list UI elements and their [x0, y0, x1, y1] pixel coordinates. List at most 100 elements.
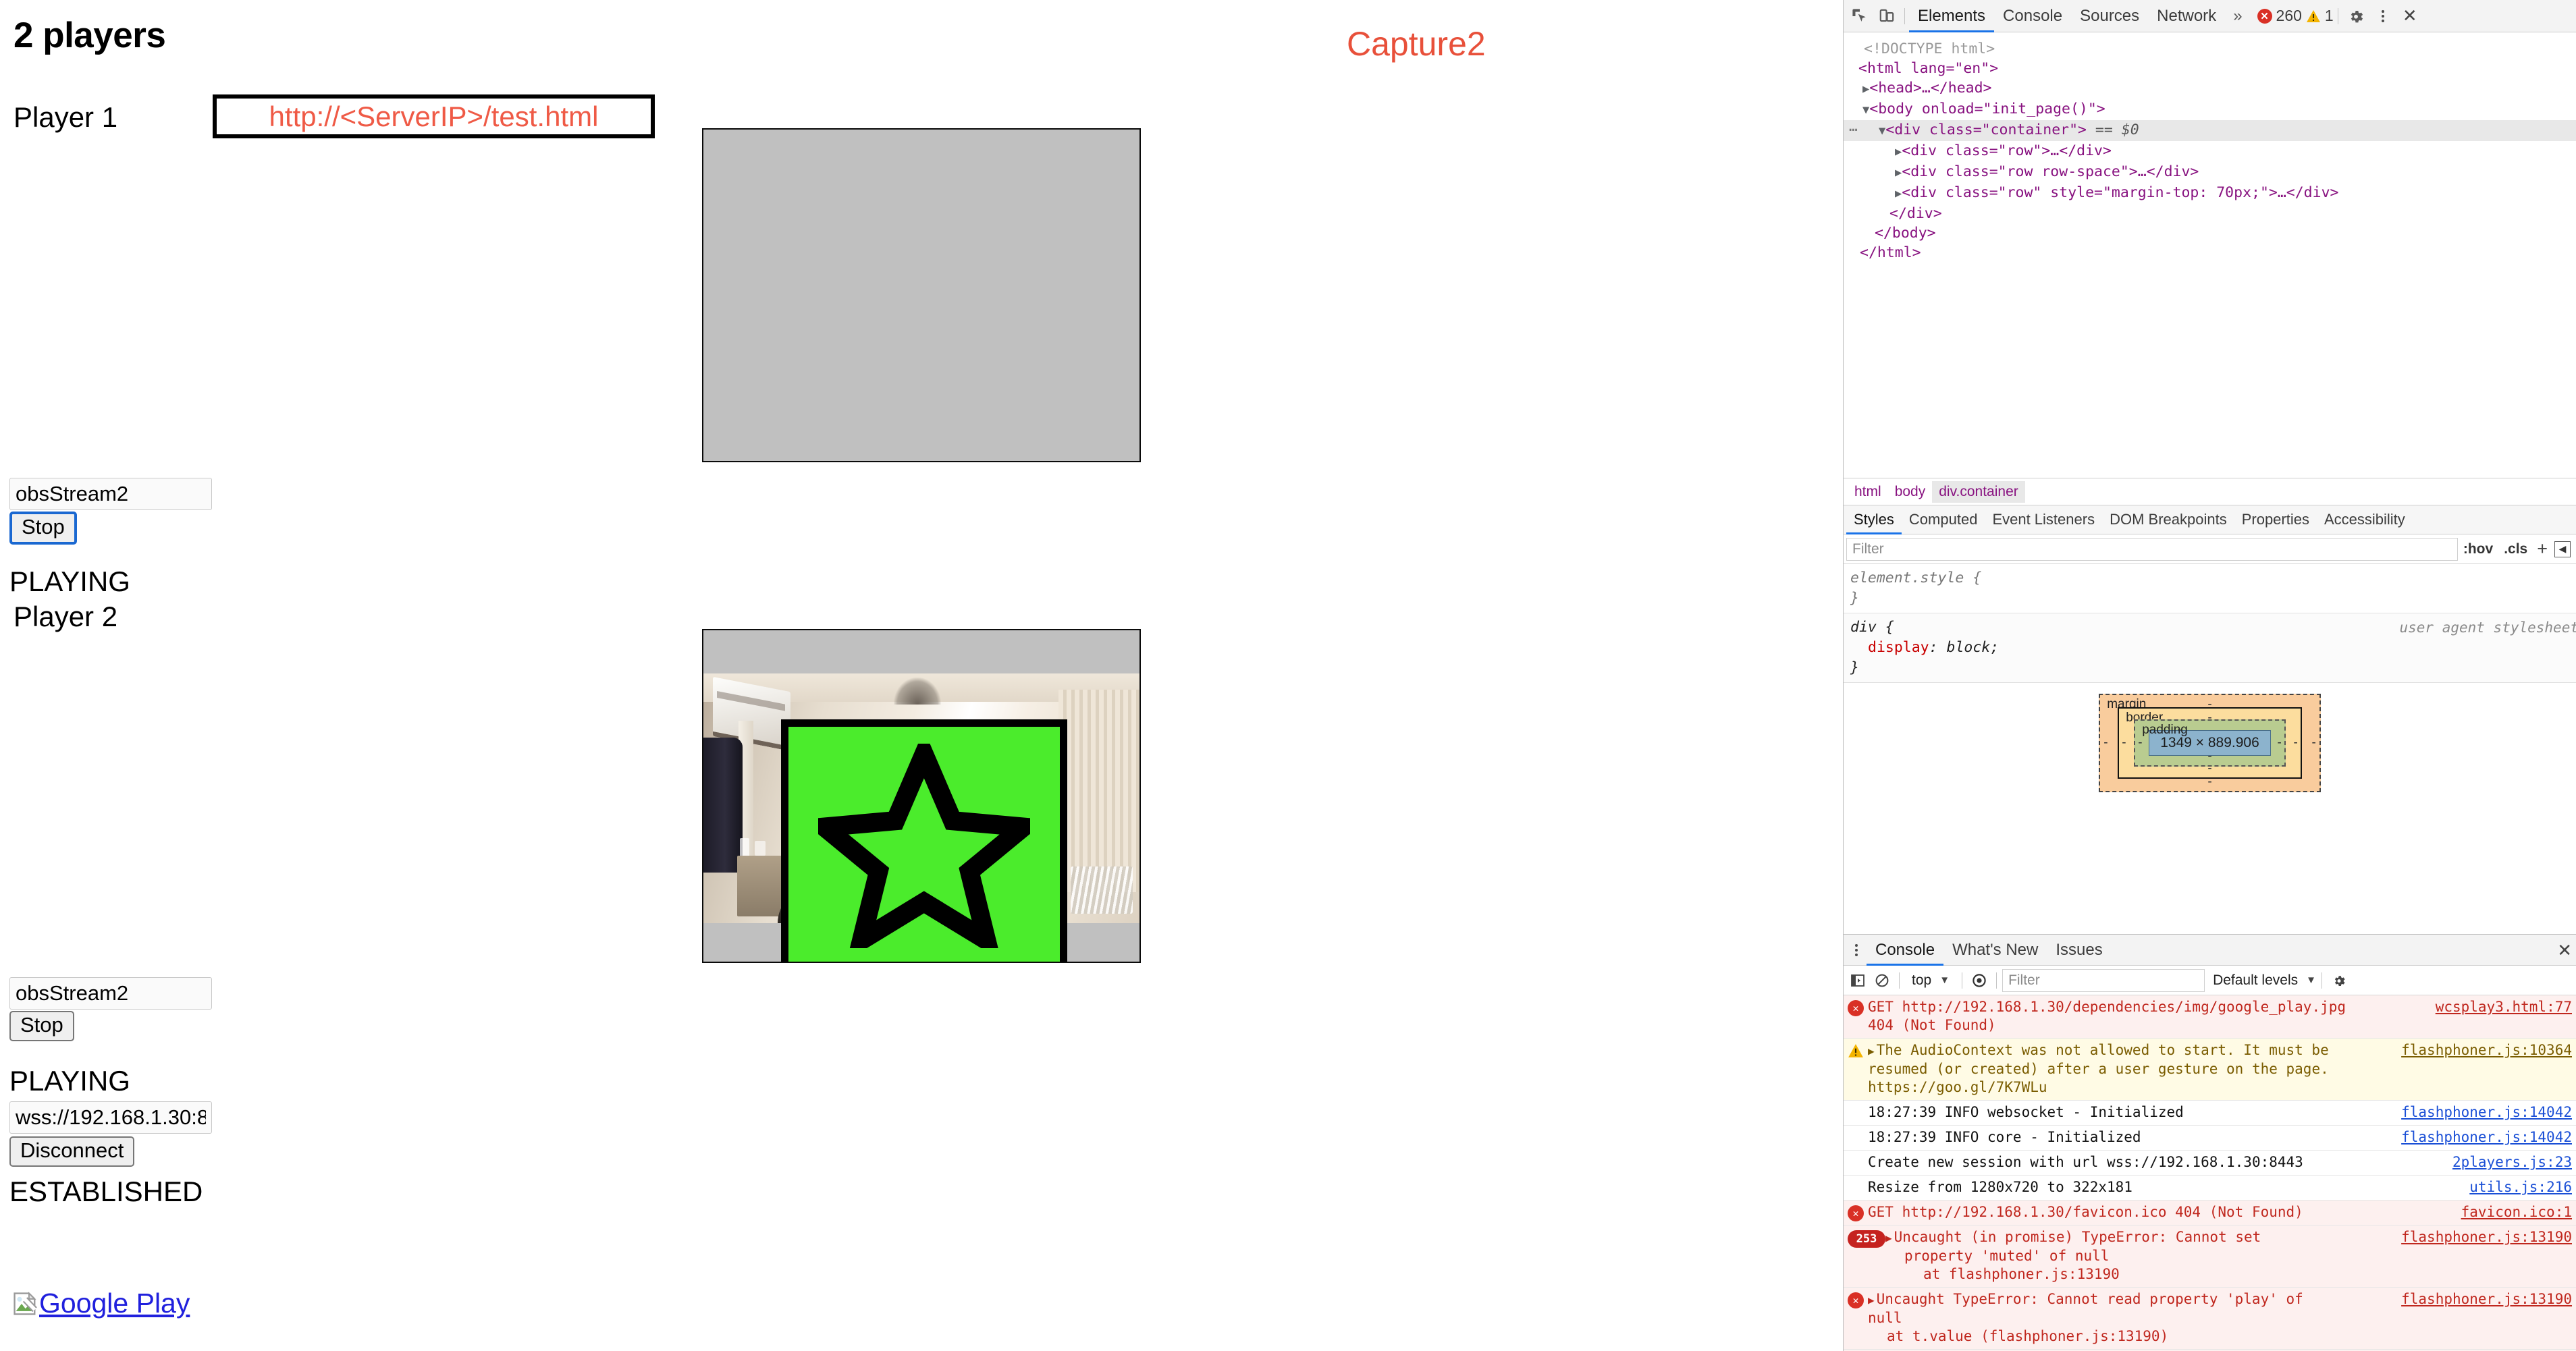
console-message[interactable]: Create new session with url wss://192.16…	[1844, 1151, 2576, 1176]
padding-bottom-value[interactable]: -	[2207, 749, 2211, 764]
expand-arrow-icon[interactable]: ▶	[1885, 1232, 1892, 1244]
subtab-computed[interactable]: Computed	[1902, 505, 1985, 534]
padding-left-value[interactable]: -	[2138, 736, 2142, 750]
rule-property-display[interactable]: display	[1868, 639, 1929, 656]
console-settings-gear-icon[interactable]	[2328, 969, 2351, 992]
console-message-source[interactable]: flashphoner.js:10364	[2398, 1041, 2572, 1059]
url-banner-inner: http://<ServerIP>/test.html	[217, 99, 651, 134]
console-line-stack[interactable]: at flashphoner.js:13190	[1923, 1266, 2120, 1282]
repeat-count-badge: 253	[1848, 1228, 1885, 1248]
console-message[interactable]: ✕ GET http://192.168.1.30/dependencies/i…	[1844, 995, 2576, 1039]
tab-sources[interactable]: Sources	[2071, 0, 2148, 32]
drawer-close-icon[interactable]: ✕	[2557, 941, 2572, 959]
padding-right-value[interactable]: -	[2277, 736, 2281, 750]
padding-top-value[interactable]: -	[2177, 723, 2181, 738]
dom-line-body-close[interactable]: </body>	[1844, 223, 2576, 243]
breadcrumb-body[interactable]: body	[1888, 481, 1933, 503]
tab-network[interactable]: Network	[2148, 0, 2225, 32]
box-model-border[interactable]: border - - - - padding - - - - 1349 × 88…	[2118, 707, 2302, 779]
dom-line-container-open[interactable]: ⋯ ▼<div class="container"> == $0	[1844, 120, 2576, 141]
styles-filter-input[interactable]	[1846, 537, 2458, 561]
console-message-source[interactable]: wcsplay3.html:77	[2433, 998, 2572, 1016]
console-message-source[interactable]: flashphoner.js:13190	[2398, 1290, 2572, 1308]
console-message-source[interactable]: 2players.js:23	[2450, 1153, 2572, 1171]
subtab-event-listeners[interactable]: Event Listeners	[1985, 505, 2102, 534]
console-message[interactable]: 18:27:39 INFO core - Initialized flashph…	[1844, 1126, 2576, 1151]
cls-toggle[interactable]: .cls	[2498, 541, 2533, 557]
expand-arrow-icon[interactable]: ▶	[1868, 1045, 1875, 1057]
server-url-input[interactable]	[9, 1101, 212, 1134]
console-message[interactable]: 18:27:39 INFO websocket - Initialized fl…	[1844, 1101, 2576, 1126]
console-message[interactable]: ✕ GET http://192.168.1.30/favicon.ico 40…	[1844, 1201, 2576, 1225]
console-sidebar-icon[interactable]	[1846, 969, 1869, 992]
inspect-element-icon[interactable]	[1846, 3, 1873, 30]
rule-element-style[interactable]: element.style { }	[1844, 564, 2576, 613]
stop-button-2[interactable]: Stop	[9, 1011, 74, 1041]
console-message[interactable]: 253 ▶ Uncaught (in promise) TypeError: Ca…	[1844, 1225, 2576, 1288]
dom-line-row-3[interactable]: ▶<div class="row" style="margin-top: 70p…	[1844, 183, 2576, 204]
expand-arrow-icon[interactable]: ▶	[1868, 1294, 1875, 1306]
console-message-text: ▶ Uncaught (in promise) TypeError: Cannot…	[1885, 1228, 2398, 1284]
drawer-menu-icon[interactable]	[1846, 943, 1867, 956]
subtab-dom-breakpoints[interactable]: DOM Breakpoints	[2102, 505, 2234, 534]
console-message-source[interactable]: utils.js:216	[2467, 1178, 2572, 1196]
console-message-source[interactable]: favicon.ico:1	[2459, 1203, 2572, 1221]
margin-right-value[interactable]: -	[2311, 736, 2315, 750]
dom-line-html-open[interactable]: <html lang="en">	[1844, 59, 2576, 78]
rule-div-ua[interactable]: user agent stylesheet div { display: blo…	[1844, 613, 2576, 683]
console-context-caret-icon[interactable]: ▼	[1939, 974, 1950, 986]
drawer-tab-whats-new[interactable]: What's New	[1943, 935, 2047, 966]
console-message[interactable]: ✕ ▶ Uncaught TypeError: Cannot read prope…	[1844, 1288, 2576, 1350]
disconnect-button[interactable]: Disconnect	[9, 1136, 135, 1167]
hov-toggle[interactable]: :hov	[2458, 541, 2498, 557]
console-line-stack[interactable]: at t.value (flashphoner.js:13190)	[1887, 1328, 2168, 1344]
drawer-tab-issues[interactable]: Issues	[2047, 935, 2111, 966]
console-message-source[interactable]: flashphoner.js:14042	[2398, 1128, 2572, 1147]
subtab-properties[interactable]: Properties	[2234, 505, 2317, 534]
console-filter-input[interactable]	[2002, 968, 2205, 992]
breadcrumb-html[interactable]: html	[1848, 481, 1888, 503]
subtab-styles[interactable]: Styles	[1846, 505, 1902, 534]
player1-video[interactable]	[702, 128, 1141, 462]
rule-value-block[interactable]: block;	[1947, 639, 2000, 656]
dom-line-row-2[interactable]: ▶<div class="row row-space">…</div>	[1844, 162, 2576, 183]
clear-console-icon[interactable]	[1871, 969, 1894, 992]
margin-left-value[interactable]: -	[2103, 736, 2108, 750]
live-expression-eye-icon[interactable]	[1968, 969, 1991, 992]
player2-video[interactable]	[702, 629, 1141, 963]
console-levels-selector[interactable]: Default levels	[2206, 972, 2305, 989]
more-tabs-icon[interactable]: »	[2225, 7, 2250, 26]
computed-sidebar-toggle-icon[interactable]: ◀	[2554, 541, 2571, 557]
box-model-margin[interactable]: margin - - - - border - - - - padding - …	[2099, 694, 2321, 792]
stream-name-input-1[interactable]	[9, 478, 212, 510]
settings-gear-icon[interactable]	[2342, 3, 2369, 30]
box-model-padding[interactable]: padding - - - - 1349 × 889.906	[2134, 719, 2286, 767]
close-devtools-icon[interactable]: ✕	[2396, 3, 2423, 30]
border-right-value[interactable]: -	[2293, 736, 2297, 750]
stop-button-1[interactable]: Stop	[9, 512, 77, 545]
dom-line-container-close[interactable]: </div>	[1844, 204, 2576, 223]
border-left-value[interactable]: -	[2122, 736, 2126, 750]
device-toolbar-icon[interactable]	[1873, 3, 1900, 30]
issue-counters[interactable]: ✕ 260 1	[2257, 7, 2334, 25]
google-play-link[interactable]: Google Play	[12, 1288, 190, 1319]
tab-elements[interactable]: Elements	[1909, 0, 1994, 32]
console-context-selector[interactable]: top	[1905, 972, 1938, 989]
dom-line-body-open[interactable]: ▼<body onload="init_page()">	[1844, 99, 2576, 120]
console-message-source[interactable]: flashphoner.js:14042	[2398, 1103, 2572, 1122]
dom-line-html-close[interactable]: </html>	[1844, 243, 2576, 263]
dom-line-doctype[interactable]: <!DOCTYPE html>	[1844, 39, 2576, 59]
console-message-source[interactable]: flashphoner.js:13190	[2398, 1228, 2572, 1246]
subtab-accessibility[interactable]: Accessibility	[2317, 505, 2413, 534]
drawer-tab-console[interactable]: Console	[1867, 935, 1943, 966]
tab-console[interactable]: Console	[1994, 0, 2071, 32]
new-style-rule-icon[interactable]: +	[2533, 539, 2552, 559]
stream-name-input-2[interactable]	[9, 977, 212, 1010]
more-options-icon[interactable]	[2369, 3, 2396, 30]
console-message[interactable]: ▶ The AudioContext was not allowed to sta…	[1844, 1039, 2576, 1101]
console-levels-caret-icon[interactable]: ▼	[2306, 974, 2316, 986]
dom-line-head[interactable]: ▶<head>…</head>	[1844, 78, 2576, 99]
dom-line-row-1[interactable]: ▶<div class="row">…</div>	[1844, 141, 2576, 162]
console-message[interactable]: Resize from 1280x720 to 322x181 utils.js…	[1844, 1176, 2576, 1201]
breadcrumb-div-container[interactable]: div.container	[1932, 480, 2025, 503]
